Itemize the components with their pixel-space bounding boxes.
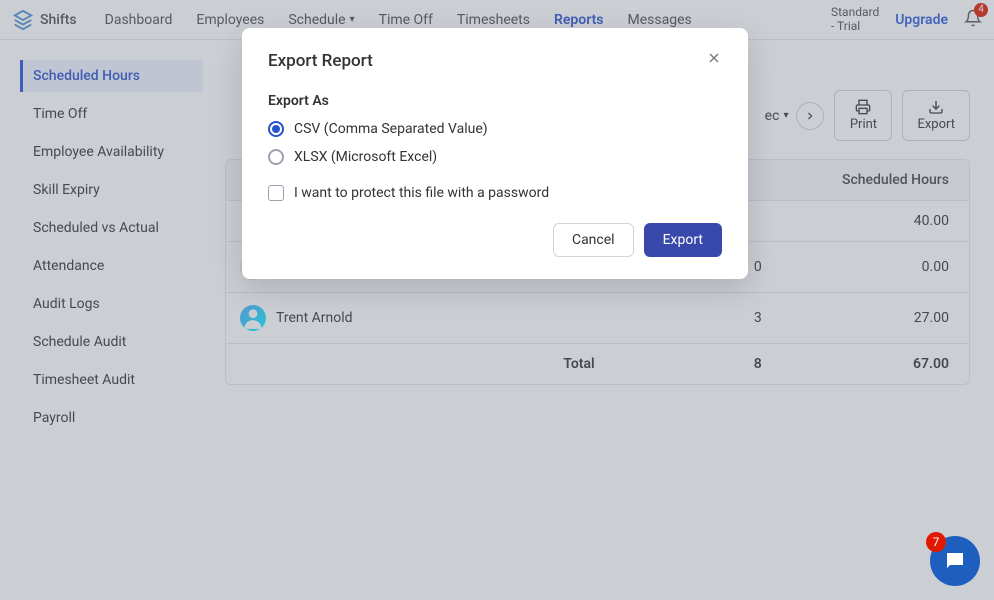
close-button[interactable]: [706, 50, 722, 71]
close-icon: [706, 50, 722, 66]
radio-icon: [268, 149, 284, 165]
export-confirm-button[interactable]: Export: [644, 223, 722, 257]
radio-label: XLSX (Microsoft Excel): [294, 149, 437, 165]
checkbox-label: I want to protect this file with a passw…: [294, 185, 549, 201]
modal-header: Export Report: [268, 50, 722, 71]
password-protect-checkbox[interactable]: I want to protect this file with a passw…: [268, 185, 722, 201]
modal-footer: Cancel Export: [268, 223, 722, 257]
cancel-button[interactable]: Cancel: [553, 223, 634, 257]
radio-csv[interactable]: CSV (Comma Separated Value): [268, 121, 722, 137]
export-as-label: Export As: [268, 93, 722, 109]
chat-icon: [943, 549, 967, 573]
checkbox-icon: [268, 185, 284, 201]
radio-icon: [268, 121, 284, 137]
chat-badge: 7: [926, 532, 946, 552]
radio-label: CSV (Comma Separated Value): [294, 121, 488, 137]
export-report-modal: Export Report Export As CSV (Comma Separ…: [242, 28, 748, 279]
chat-fab[interactable]: 7: [930, 536, 980, 586]
modal-title: Export Report: [268, 51, 373, 71]
radio-xlsx[interactable]: XLSX (Microsoft Excel): [268, 149, 722, 165]
